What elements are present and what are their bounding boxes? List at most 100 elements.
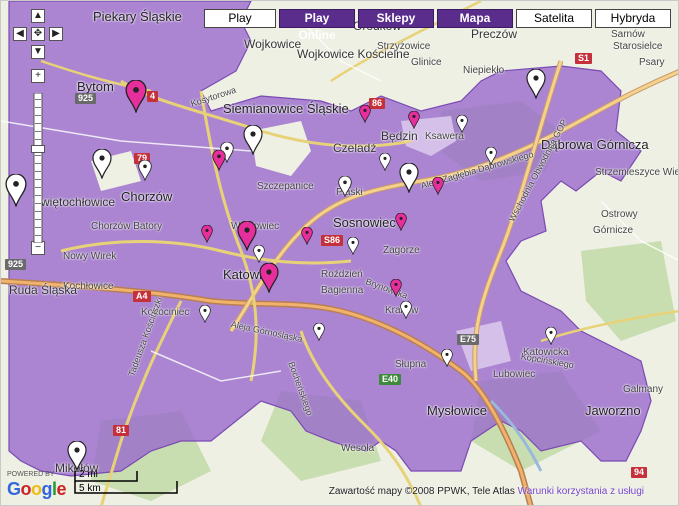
zoom-handle[interactable] <box>31 145 45 153</box>
map-pin-icon[interactable] <box>390 279 402 297</box>
map-pin-icon[interactable] <box>313 323 325 341</box>
map-type-button-hybryda[interactable]: Hybryda <box>595 9 671 28</box>
map-pin-icon[interactable] <box>408 111 420 129</box>
place-label: Lubowiec <box>493 369 536 380</box>
place-label: Zagórze <box>383 245 420 256</box>
map-pin-icon[interactable] <box>201 225 213 243</box>
place-label: Sarnów <box>611 29 645 40</box>
road-shield: A4 <box>133 291 151 302</box>
place-label: Siemianowice Śląskie <box>223 101 349 116</box>
zoom-tick <box>35 211 41 212</box>
map-pin-icon[interactable] <box>545 327 557 345</box>
map-pin-icon[interactable] <box>395 213 407 231</box>
map-pin-icon[interactable] <box>400 301 412 319</box>
zoom-tick <box>35 131 41 132</box>
powered-by-google[interactable]: POWERED BY Google <box>7 471 71 499</box>
zoom-tick <box>35 115 41 116</box>
map-pin-icon[interactable] <box>379 153 391 171</box>
map-pin-icon[interactable] <box>253 245 265 263</box>
map-type-button-sklepy[interactable]: Sklepy <box>358 9 434 28</box>
place-label: Bagienna <box>321 285 364 296</box>
place-label: Czeladź <box>333 141 377 155</box>
place-label: Ostrowy <box>601 209 638 220</box>
map-pin-icon[interactable] <box>5 174 27 207</box>
zoom-tick <box>35 163 41 164</box>
arrow-left-icon[interactable]: ◀ <box>13 27 27 41</box>
zoom-tick <box>35 123 41 124</box>
map-pin-icon[interactable] <box>199 305 211 323</box>
arrow-up-icon[interactable]: ▲ <box>31 9 45 23</box>
place-label: Mysłowice <box>427 403 487 418</box>
place-label: Jaworzno <box>585 403 641 418</box>
map-pin-icon[interactable] <box>485 147 497 165</box>
map-pin-icon[interactable] <box>347 237 359 255</box>
scale-bottom-label: 5 km <box>79 483 101 494</box>
center-icon[interactable]: ✥ <box>31 27 45 41</box>
map-type-button-play-online[interactable]: Play Online <box>279 9 355 42</box>
map-canvas[interactable]: Piekary ŚląskieBytomWojkowiceGrodkówWojk… <box>0 0 679 506</box>
map-pin-icon[interactable] <box>338 176 352 197</box>
map-pin-icon[interactable] <box>243 125 263 155</box>
place-label: Słupna <box>395 359 427 370</box>
map-pin-icon[interactable] <box>399 163 419 193</box>
map-pin-icon[interactable] <box>456 115 468 133</box>
road-shield: 86 <box>369 98 386 109</box>
place-label: Niepiekło <box>463 65 505 76</box>
road-shield: S86 <box>321 235 344 246</box>
plus-icon[interactable]: + <box>31 69 45 83</box>
map-attribution: Zawartość mapy ©2008 PPWK, Tele Atlas Wa… <box>329 486 644 497</box>
map-pin-icon[interactable] <box>259 263 279 293</box>
zoom-tick <box>35 171 41 172</box>
place-label: Szczepanice <box>257 181 314 192</box>
place-label: Strzyżowice <box>377 41 431 52</box>
road-shield: 94 <box>631 467 648 478</box>
place-label: Wesoła <box>341 443 375 454</box>
zoom-tick <box>35 155 41 156</box>
place-label: Świętochłowice <box>33 195 116 209</box>
road-shield: 81 <box>113 425 130 436</box>
arrow-down-icon[interactable]: ▼ <box>31 45 45 59</box>
powered-by-label: POWERED BY <box>7 471 55 478</box>
map-pin-icon[interactable] <box>526 69 546 99</box>
zoom-tick <box>35 107 41 108</box>
road-shield: 925 <box>75 93 97 104</box>
place-label: Starosielce <box>613 41 663 52</box>
map-pin-icon[interactable] <box>301 227 313 245</box>
map-type-button-satelita[interactable]: Satelita <box>516 9 592 28</box>
map-type-button-mapa[interactable]: Mapa <box>437 9 513 28</box>
road-shield: 925 <box>5 259 27 270</box>
zoom-tick <box>35 219 41 220</box>
minus-icon[interactable]: − <box>31 241 45 255</box>
map-pin-icon[interactable] <box>441 349 453 367</box>
place-label: Roździeń <box>321 269 363 280</box>
google-logo: Google <box>7 479 67 499</box>
road-shield: E75 <box>457 334 480 345</box>
terms-link[interactable]: Warunki korzystania z usługi <box>518 486 644 497</box>
zoom-tick <box>35 179 41 180</box>
map-type-button-play[interactable]: Play <box>204 9 276 28</box>
place-label: Będzin <box>381 129 418 143</box>
map-pin-icon[interactable] <box>432 177 444 195</box>
map-pin-icon[interactable] <box>92 149 112 179</box>
map-pin-icon[interactable] <box>138 160 152 181</box>
zoom-tick <box>35 187 41 188</box>
place-label: Bytom <box>77 79 114 94</box>
place-label: Psary <box>639 57 665 68</box>
zoom-tick <box>35 99 41 100</box>
map-pin-icon[interactable] <box>359 105 371 123</box>
scale-top-label: 2 mi <box>79 469 98 480</box>
map-type-bar: Play Play Online Sklepy Mapa Satelita Hybryda <box>204 9 671 42</box>
map-pin-icon[interactable] <box>125 80 147 113</box>
map-pin-icon[interactable] <box>212 150 226 171</box>
road-shield: E40 <box>379 374 402 385</box>
place-label: Galmany <box>623 384 664 395</box>
zoom-tick <box>35 195 41 196</box>
place-label: Glinice <box>411 57 442 68</box>
place-label: Preczów <box>471 27 518 41</box>
place-label: Górnicze <box>593 225 634 236</box>
arrow-right-icon[interactable]: ▶ <box>49 27 63 41</box>
place-label: Ruda Śląska <box>9 283 78 297</box>
road-shield: S1 <box>575 53 593 64</box>
attribution-text: Zawartość mapy ©2008 PPWK, Tele Atlas <box>328 486 515 497</box>
place-label: Strzemieszyce Wielkie <box>595 167 679 178</box>
